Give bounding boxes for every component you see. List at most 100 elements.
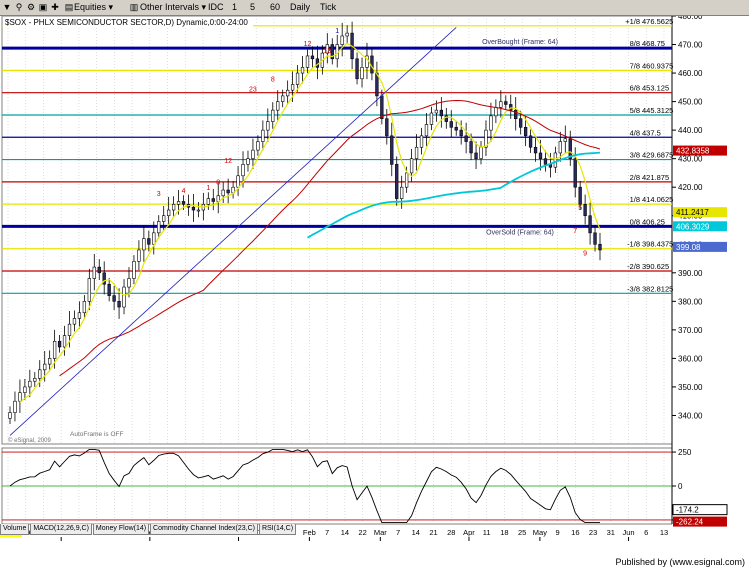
price-chart[interactable]: 10/04/101825Nov8152229Dec613202720111018… (0, 12, 749, 546)
candle-body (43, 363, 47, 371)
candle-body (409, 158, 414, 174)
tab-volume[interactable]: Volume (0, 524, 30, 535)
x-tick-label: Mar (374, 528, 387, 537)
murrey-label: 7/8 (630, 61, 640, 70)
y-tick-label: 470.00 (678, 41, 703, 50)
murrey-label: -2/8 (627, 262, 640, 271)
equities-dropdown[interactable]: Equities ▾ (74, 1, 113, 14)
candle-body (82, 301, 87, 314)
indicator-tick-label: 250 (678, 448, 692, 457)
candle-body (28, 380, 32, 388)
murrey-value: 445.3125 (642, 106, 673, 115)
candle-body (414, 146, 419, 159)
candle-body (400, 186, 404, 199)
oversold-label: OverSold (Frame: 64) (486, 229, 554, 236)
price-tag-label: 399.08 (676, 243, 701, 252)
candle-body (563, 138, 567, 142)
link-icon[interactable]: ⚲ (13, 1, 25, 14)
count-label: 23 (249, 87, 257, 94)
candle-body (67, 323, 72, 336)
candle-body (256, 141, 260, 151)
y-tick-label: 340.00 (678, 411, 703, 420)
candle-body (454, 126, 458, 131)
murrey-label: -1/8 (627, 240, 640, 249)
price-tag-label: 406.3029 (676, 222, 710, 231)
murrey-value: 468.75 (642, 39, 665, 48)
murrey-label: 5/8 (630, 106, 640, 115)
price-axis-bg (672, 16, 749, 544)
autoframe-label: AutoFrame is OFF (70, 431, 123, 438)
interval-60-button[interactable]: 60 (270, 1, 280, 14)
x-tick-label: Apr (463, 528, 475, 537)
candle-body (300, 67, 305, 74)
candle-body (271, 109, 275, 122)
murrey-value: 390.625 (642, 262, 669, 271)
candle-body (107, 283, 111, 296)
lock-icon[interactable]: ▣ (37, 1, 49, 14)
murrey-value: 382.8125 (642, 284, 673, 293)
interval-5-button[interactable]: 5 (250, 1, 255, 14)
candle-body (429, 112, 434, 125)
info-icon[interactable]: ✚ (49, 1, 61, 14)
x-tick-label: 14 (341, 528, 349, 537)
murrey-value: 453.125 (642, 84, 669, 93)
candle-body (464, 135, 468, 142)
candle-body (583, 204, 587, 217)
y-tick-label: 350.00 (678, 383, 703, 392)
interval-tick-button[interactable]: Tick (320, 1, 336, 14)
candle-body (152, 232, 156, 245)
idc-button[interactable]: IDC (208, 1, 224, 14)
tab-money-flow[interactable]: Money Flow(14) (92, 524, 150, 535)
interval-1-button[interactable]: 1 (232, 1, 237, 14)
candle-body (533, 146, 538, 154)
interval-daily-button[interactable]: Daily (290, 1, 310, 14)
candle-body (132, 261, 136, 279)
x-tick-label: 25 (518, 528, 526, 537)
candle-body (246, 158, 250, 165)
murrey-value: 460.9375 (642, 61, 673, 70)
candle-body (558, 141, 562, 154)
x-tick-label: 31 (607, 528, 615, 537)
candle-body (305, 55, 310, 68)
candle-body (588, 215, 592, 234)
candle-body (295, 72, 300, 85)
indicator-value-label: -174.2 (676, 506, 699, 515)
candle-body (13, 400, 17, 413)
candle-body (459, 129, 463, 137)
chart-title: $SOX - PHLX SEMICONDUCTOR SECTOR,D) Dyna… (5, 18, 248, 27)
candle-body (290, 84, 295, 91)
count-label: 9 (583, 251, 587, 258)
x-tick-label: Jun (622, 528, 634, 537)
murrey-value: 476.5625 (642, 17, 673, 26)
murrey-label: 1/8 (630, 195, 640, 204)
x-tick-label: 21 (429, 528, 437, 537)
x-tick-label: 23 (589, 528, 597, 537)
other-intervals-dropdown[interactable]: Other Intervals ▾ (140, 1, 206, 14)
candle-body (251, 149, 255, 159)
murrey-label: +1/8 (625, 17, 640, 26)
chart-area[interactable]: 10/04/101825Nov8152229Dec613202720111018… (0, 12, 749, 546)
menu-arrow-icon[interactable]: ▼ (1, 1, 13, 14)
y-tick-label: 440.00 (678, 126, 703, 135)
murrey-value: 437.5 (642, 128, 661, 137)
murrey-value: 398.4375 (642, 240, 673, 249)
gear-icon[interactable]: ⚙ (25, 1, 37, 14)
tab-rsi[interactable]: RSI(14,C) (258, 524, 297, 535)
candle-body (112, 295, 116, 302)
tab-macd[interactable]: MACD(12,26,9,C) (30, 524, 92, 535)
price-tag-label: 411.2417 (676, 208, 709, 217)
tab-cci[interactable]: Commodity Channel Index(23,C) (150, 524, 258, 535)
candle-body (310, 55, 315, 60)
candle-body (181, 201, 186, 205)
candle-body (92, 266, 96, 279)
count-label: 13 (323, 48, 331, 55)
candle-body (404, 172, 409, 188)
candle-body (137, 249, 141, 262)
candle-body (593, 232, 597, 245)
candle-body (97, 266, 101, 274)
x-tick-label: 6 (644, 528, 648, 537)
count-label: 4 (182, 188, 186, 195)
price-tag-label: 432.8358 (676, 147, 710, 156)
candle-body (573, 158, 577, 188)
candle-body (439, 109, 443, 117)
